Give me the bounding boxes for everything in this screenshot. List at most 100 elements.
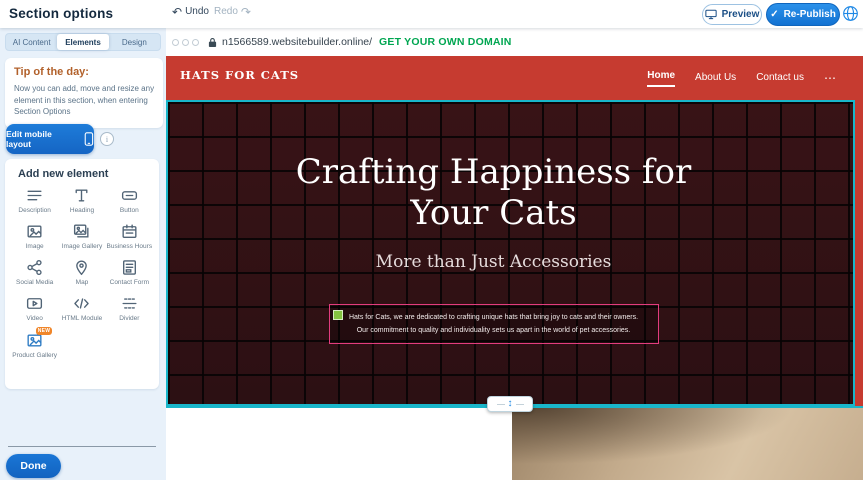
element-label: Product Gallery xyxy=(12,352,58,360)
info-icon[interactable]: i xyxy=(100,132,114,146)
element-drag-handle[interactable] xyxy=(333,310,343,320)
paragraph-line: Our commitment to quality and individual… xyxy=(336,324,652,337)
section-resize-handle[interactable]: ↕ xyxy=(487,396,533,412)
preview-scrollbar[interactable] xyxy=(855,56,863,406)
element-description[interactable]: Description xyxy=(11,186,58,215)
map-pin-icon xyxy=(72,258,91,277)
image-icon xyxy=(25,222,44,241)
tab-design[interactable]: Design xyxy=(109,34,160,50)
browser-dot xyxy=(172,39,179,46)
element-label: HTML Module xyxy=(59,315,105,323)
phone-icon xyxy=(84,131,94,147)
next-section[interactable] xyxy=(166,406,863,480)
element-image-gallery[interactable]: Image Gallery xyxy=(58,222,105,251)
element-heading[interactable]: Heading xyxy=(58,186,105,215)
tab-design-label: Design xyxy=(122,38,147,47)
element-product-gallery[interactable]: NEW Product Gallery xyxy=(11,331,58,360)
element-business-hours[interactable]: Business Hours xyxy=(106,222,153,251)
undo-icon: ↶ xyxy=(172,7,182,17)
site-nav: Home About Us Contact us ⋯ xyxy=(647,56,837,100)
paragraph-line: Hats for Cats, we are dedicated to craft… xyxy=(336,311,652,324)
preview-label: Preview xyxy=(722,9,760,20)
nav-contact-us[interactable]: Contact us xyxy=(756,72,804,85)
element-label: Business Hours xyxy=(106,243,152,251)
browser-dot xyxy=(182,39,189,46)
done-button[interactable]: Done xyxy=(6,454,61,478)
browser-bar: n1566589.websitebuilder.online/ GET YOUR… xyxy=(166,28,863,57)
element-label: Contact Form xyxy=(106,279,152,287)
redo-icon: ↷ xyxy=(241,7,251,17)
globe-icon xyxy=(842,5,859,22)
handle-grip xyxy=(497,404,505,405)
tip-of-the-day-card: Tip of the day: Now you can add, move an… xyxy=(5,58,163,128)
preview-canvas: n1566589.websitebuilder.online/ GET YOUR… xyxy=(166,28,863,480)
button-icon xyxy=(120,186,139,205)
nav-about-us[interactable]: About Us xyxy=(695,72,736,85)
element-video[interactable]: Video xyxy=(11,294,58,323)
description-icon xyxy=(25,186,44,205)
preview-button[interactable]: Preview xyxy=(702,4,762,25)
element-label: Map xyxy=(59,279,105,287)
element-social-media[interactable]: Social Media xyxy=(11,258,58,287)
element-label: Button xyxy=(106,207,152,215)
element-label: Image Gallery xyxy=(59,243,105,251)
page-title: Section options xyxy=(9,6,113,21)
video-icon xyxy=(25,294,44,313)
tab-elements-label: Elements xyxy=(65,38,101,47)
check-icon: ✓ xyxy=(770,9,778,20)
hero-content: Crafting Happiness for Your Cats More th… xyxy=(168,102,819,404)
monitor-icon xyxy=(705,9,717,20)
divider-icon xyxy=(120,294,139,313)
element-label: Video xyxy=(12,315,58,323)
site-header[interactable]: HATS FOR CATS Home About Us Contact us ⋯ xyxy=(166,56,863,100)
element-grid: Description Heading Button Image Image G xyxy=(5,182,159,364)
nav-home[interactable]: Home xyxy=(647,70,675,87)
language-globe-button[interactable] xyxy=(842,5,859,22)
republish-button[interactable]: ✓ Re-Publish xyxy=(766,3,840,26)
element-divider[interactable]: Divider xyxy=(106,294,153,323)
app-window: Section options ↶ Undo Redo ↷ Preview ✓ … xyxy=(0,0,863,480)
element-image[interactable]: Image xyxy=(11,222,58,251)
element-html-module[interactable]: HTML Module xyxy=(58,294,105,323)
business-hours-icon xyxy=(120,222,139,241)
add-element-title: Add new element xyxy=(5,159,159,182)
topbar: Section options ↶ Undo Redo ↷ Preview ✓ … xyxy=(0,0,863,28)
get-domain-link[interactable]: GET YOUR OWN DOMAIN xyxy=(379,36,512,48)
tab-ai-content-label: AI Content xyxy=(13,38,51,47)
heading-icon xyxy=(72,186,91,205)
hero-paragraph[interactable]: Hats for Cats, we are dedicated to craft… xyxy=(329,304,659,344)
new-badge: NEW xyxy=(36,327,53,335)
sidebar-tabs: AI Content Elements Design xyxy=(5,33,161,51)
undo-label: Undo xyxy=(185,6,209,17)
tip-title: Tip of the day: xyxy=(14,66,158,78)
sidebar: AI Content Elements Design Tip of the da… xyxy=(0,28,166,480)
element-label: Heading xyxy=(59,207,105,215)
redo-label: Redo xyxy=(214,6,238,17)
redo-button[interactable]: Redo ↷ xyxy=(214,6,251,17)
element-label: Divider xyxy=(106,315,152,323)
element-label: Social Media xyxy=(12,279,58,287)
edit-mobile-layout-button[interactable]: Edit mobile layout xyxy=(6,124,94,154)
element-label: Description xyxy=(12,207,58,215)
site-logo[interactable]: HATS FOR CATS xyxy=(180,68,299,82)
hero-subheading[interactable]: More than Just Accessories xyxy=(168,252,819,272)
handle-grip xyxy=(516,404,524,405)
html-module-icon xyxy=(72,294,91,313)
add-element-panel: Add new element Description Heading Butt… xyxy=(5,159,159,389)
nav-more-menu[interactable]: ⋯ xyxy=(824,71,837,85)
next-section-image[interactable] xyxy=(512,408,863,480)
element-label: Image xyxy=(12,243,58,251)
undo-button[interactable]: ↶ Undo xyxy=(172,6,209,17)
element-button[interactable]: Button xyxy=(106,186,153,215)
site-url: n1566589.websitebuilder.online/ xyxy=(222,36,372,48)
tab-elements[interactable]: Elements xyxy=(57,34,108,50)
lock-icon xyxy=(208,37,217,48)
tip-body: Now you can add, move and resize any ele… xyxy=(14,83,158,118)
social-media-icon xyxy=(25,258,44,277)
element-map[interactable]: Map xyxy=(58,258,105,287)
element-contact-form[interactable]: Contact Form xyxy=(106,258,153,287)
hero-heading[interactable]: Crafting Happiness for Your Cats xyxy=(279,152,709,234)
browser-dots xyxy=(172,39,199,46)
hero-section-selected[interactable]: Crafting Happiness for Your Cats More th… xyxy=(166,100,855,406)
tab-ai-content[interactable]: AI Content xyxy=(6,34,57,50)
